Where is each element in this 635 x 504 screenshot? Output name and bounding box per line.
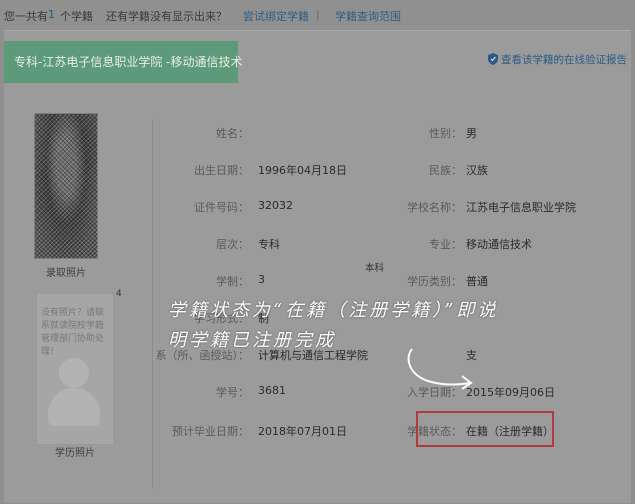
student-no-value: 3681: [258, 384, 286, 397]
shield-icon: [488, 53, 498, 65]
record-count-suffix: 个学籍: [60, 10, 93, 23]
ethnicity-label: 民族：: [429, 164, 462, 177]
record-card: 专科-江苏电子信息职业学院 -移动通信技术 查看该学籍的在线验证报告 录取照片 …: [4, 30, 631, 503]
system-label: 学制：: [216, 275, 249, 288]
column-divider: [152, 119, 153, 489]
missing-record-question: 还有学籍没有显示出来？: [106, 10, 227, 23]
arrow-icon: [407, 348, 473, 390]
level-value: 专科: [258, 238, 280, 251]
type-value: 普通: [466, 275, 488, 288]
student-no-label: 学号：: [216, 386, 249, 399]
level-sub-label: 本科: [365, 263, 385, 274]
id-label: 证件号码：: [194, 201, 249, 214]
top-separator: |: [316, 8, 320, 21]
query-scope-link[interactable]: 学籍查询范围: [335, 8, 401, 24]
diploma-photo-badge: 4: [116, 289, 122, 299]
school-label: 学校名称：: [407, 201, 462, 214]
record-count-prefix: 您一共有: [4, 10, 48, 23]
diploma-photo-missing-text: 没有照片？请联系就读院校学籍管理部门协助处理！: [41, 308, 105, 357]
avatar-head: [59, 358, 89, 388]
diploma-photo-label: 学历照片: [55, 448, 95, 459]
id-value: 32032: [258, 199, 293, 212]
gender-value: 男: [466, 127, 477, 140]
major-label: 专业：: [429, 238, 462, 251]
gender-label: 性别：: [429, 127, 462, 140]
top-bar: 您一共有 1 个学籍 还有学籍没有显示出来？ 尝试绑定学籍 | 学籍查询范围: [0, 0, 635, 30]
record-count: 1: [48, 8, 55, 21]
major-value: 移动通信技术: [466, 238, 532, 251]
bind-record-link[interactable]: 尝试绑定学籍: [243, 8, 309, 24]
birth-label: 出生日期：: [194, 164, 249, 177]
system-value: 3: [258, 273, 265, 286]
level-label: 层次：: [216, 238, 249, 251]
ethnicity-value: 汉族: [466, 164, 488, 177]
school-major-banner: 专科-江苏电子信息职业学院 -移动通信技术: [4, 41, 242, 83]
admission-photo: [34, 113, 98, 259]
graduation-label: 预计毕业日期：: [172, 425, 249, 438]
status-highlight-box: [416, 411, 554, 447]
graduation-value: 2018年07月01日: [258, 425, 347, 438]
name-label: 姓名：: [216, 127, 249, 140]
admission-photo-label: 录取照片: [46, 268, 86, 279]
birth-value: 1996年04月18日: [258, 164, 347, 177]
school-value: 江苏电子信息职业学院: [466, 201, 576, 214]
verify-report-link[interactable]: 查看该学籍的在线验证报告: [501, 52, 627, 67]
type-label: 学历类别：: [407, 275, 462, 288]
